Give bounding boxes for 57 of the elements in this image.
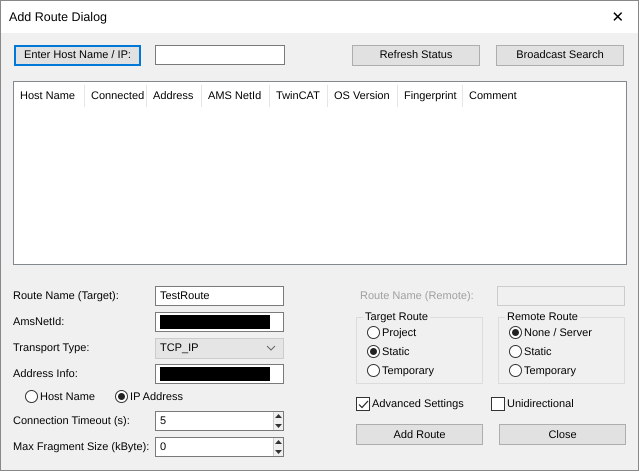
radio-button[interactable] [509, 364, 522, 377]
radio-button[interactable] [509, 326, 522, 339]
radio-option[interactable]: None / Server [509, 323, 624, 342]
redacted-field[interactable] [155, 312, 284, 332]
enter-host-button[interactable]: Enter Host Name / IP: [14, 44, 141, 66]
group-title: Target Route [364, 311, 429, 323]
radio-option[interactable]: Host Name [25, 390, 96, 403]
host-list[interactable]: Host Name Connected Address AMS NetId TwinCAT OS Version Fingerprint Comment [13, 81, 627, 265]
radio-option[interactable]: IP Address [115, 390, 184, 403]
number-spinner[interactable]: 0 [155, 437, 284, 457]
column-header[interactable]: Fingerprint [398, 85, 463, 107]
redacted-field[interactable] [155, 364, 284, 384]
dialog-button[interactable]: Close [499, 424, 626, 445]
checkbox[interactable] [356, 397, 370, 411]
checkbox-option[interactable]: Advanced Settings [356, 397, 491, 411]
spin-up-icon[interactable] [274, 438, 283, 447]
group-title: Remote Route [506, 311, 579, 323]
text-field[interactable]: TestRoute [155, 286, 284, 306]
field-label: AmsNetId: [13, 316, 66, 328]
radio-option[interactable]: Temporary [509, 361, 624, 380]
radio-button[interactable] [367, 326, 380, 339]
window-title: Add Route Dialog [9, 10, 107, 24]
column-header[interactable]: Connected [85, 85, 147, 107]
host-input-field[interactable] [155, 45, 285, 65]
column-header[interactable]: AMS NetId [202, 85, 270, 107]
toolbar-button[interactable]: Broadcast Search [496, 44, 624, 66]
field-label: Route Name (Target): [13, 290, 120, 302]
column-header[interactable]: Comment [463, 85, 543, 107]
radio-button[interactable] [509, 345, 522, 358]
number-spinner[interactable]: 5 [155, 411, 284, 431]
column-header[interactable]: Address [147, 85, 202, 107]
radio-button[interactable] [367, 345, 380, 358]
radio-button[interactable] [115, 390, 128, 403]
radio-button[interactable] [25, 390, 38, 403]
checkbox[interactable] [491, 397, 505, 411]
spin-down-icon[interactable] [274, 421, 283, 430]
column-header[interactable]: TwinCAT [270, 85, 328, 107]
chevron-down-icon [266, 345, 276, 351]
close-button[interactable]: ✕ [598, 2, 638, 32]
field-label: Address Info: [13, 368, 79, 380]
column-header[interactable]: Host Name [14, 85, 85, 107]
spin-down-icon[interactable] [274, 447, 283, 456]
dialog-button[interactable]: Add Route [356, 424, 483, 445]
column-header[interactable]: OS Version [328, 85, 398, 107]
radio-option[interactable]: Static [367, 342, 482, 361]
radio-option[interactable]: Temporary [367, 361, 482, 380]
spin-up-icon[interactable] [274, 412, 283, 421]
field-label: Connection Timeout (s): [13, 415, 131, 427]
radio-option[interactable]: Project [367, 323, 482, 342]
toolbar-button[interactable]: Refresh Status [352, 44, 480, 66]
field-label: Max Fragment Size (kByte): [13, 441, 150, 453]
radio-button[interactable] [367, 364, 380, 377]
field-label: Route Name (Remote): [360, 290, 475, 302]
transport-dropdown[interactable]: TCP_IP [155, 338, 284, 358]
radio-option[interactable]: Static [509, 342, 624, 361]
checkbox-option[interactable]: Unidirectional [491, 397, 626, 411]
field-label: Transport Type: [13, 342, 90, 354]
